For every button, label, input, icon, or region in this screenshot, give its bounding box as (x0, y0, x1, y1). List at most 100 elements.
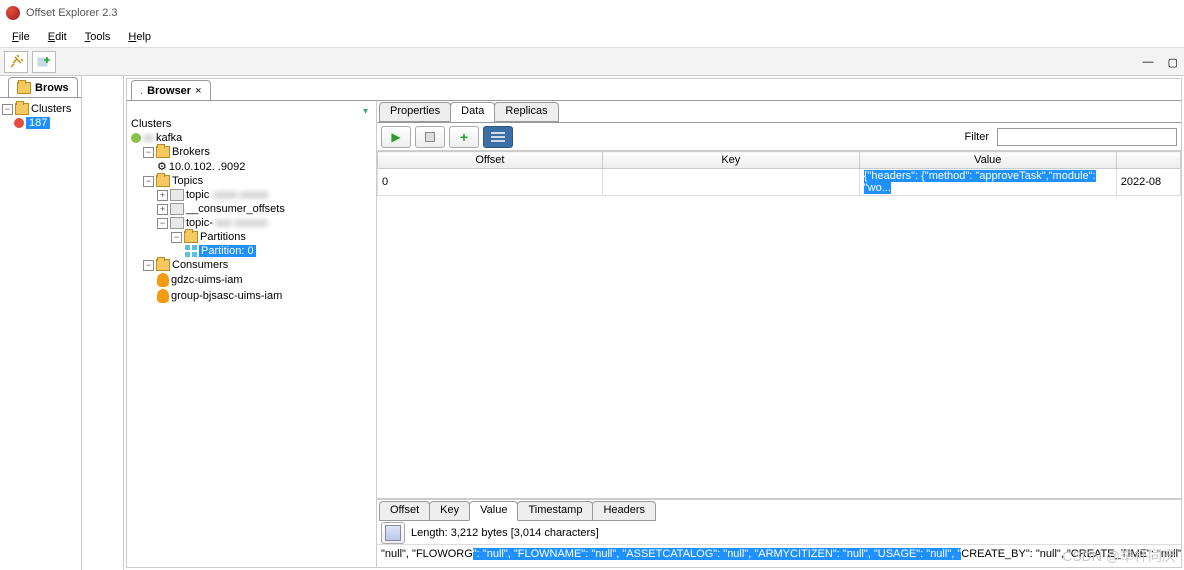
titlebar: Offset Explorer 2.3 (0, 0, 1184, 26)
add-button[interactable]: + (449, 126, 479, 148)
minimize-button[interactable]: — (1143, 56, 1154, 69)
cell-key (602, 169, 859, 196)
tree-topic-3[interactable]: − topic-xxx xxxxxx (129, 216, 374, 230)
col-offset[interactable]: Offset (378, 152, 603, 169)
col-key[interactable]: Key (602, 152, 859, 169)
cell-ts: 2022-08 (1116, 169, 1180, 196)
cluster-badge: 187 (26, 117, 50, 129)
expand-icon[interactable]: − (143, 147, 154, 158)
topic-icon (170, 203, 184, 215)
list-icon (490, 131, 506, 143)
filter-input[interactable] (997, 128, 1177, 146)
tab-data[interactable]: Data (450, 102, 495, 122)
tree-consumers[interactable]: − Consumers (129, 258, 374, 272)
tree-row-cluster[interactable]: 187 (0, 116, 81, 130)
dropdown-icon[interactable]: ▾ (363, 106, 368, 117)
detail-toolbar: Length: 3,212 bytes [3,014 characters] (377, 521, 1181, 545)
tree-topics[interactable]: − Topics (129, 174, 374, 188)
menu-help[interactable]: Help (120, 29, 159, 45)
tab-properties[interactable]: Properties (379, 102, 451, 122)
data-toolbar: ▶ + Filter (377, 123, 1181, 151)
folder-icon (184, 231, 198, 243)
app-title: Offset Explorer 2.3 (26, 7, 118, 19)
inner-browser-tab-label: Browser (147, 85, 191, 97)
menubar: File Edit Tools Help (0, 26, 1184, 48)
window-controls: — ▢ (1143, 56, 1178, 69)
consumer-icon (157, 273, 169, 287)
tree-partition-0[interactable]: Partition: 0 (129, 244, 374, 258)
app-icon (6, 6, 20, 20)
stop-button[interactable] (415, 126, 445, 148)
expand-icon[interactable]: − (157, 218, 168, 229)
menu-tools[interactable]: Tools (77, 29, 119, 45)
tab-offset[interactable]: Offset (379, 501, 430, 521)
data-panel: Properties Data Replicas ▶ + Filter (377, 101, 1181, 567)
folder-icon (156, 259, 170, 271)
maximize-button[interactable]: ▢ (1168, 56, 1178, 69)
topic-icon (170, 217, 184, 229)
tree-topic-1[interactable]: + topic-xxxx-xxxxx (129, 188, 374, 202)
left-sidebar: Brows − Clusters 187 (0, 76, 82, 570)
toolbar-add-cluster-icon[interactable] (32, 51, 56, 73)
tree-cluster[interactable]: xxkafka (129, 131, 374, 145)
tree-root[interactable]: Clusters (129, 117, 374, 131)
save-icon (385, 525, 401, 541)
folder-icon (156, 175, 170, 187)
property-tabs: Properties Data Replicas (377, 101, 1181, 123)
detail-value-text[interactable]: "null", "FLOWORG": "null", "FLOWNAME": "… (377, 545, 1181, 567)
col-value[interactable]: Value (859, 152, 1116, 169)
tree-consumer-2[interactable]: group-bjsasc-uims-iam (129, 288, 374, 304)
tree-label: Clusters (31, 103, 71, 115)
menu-edit[interactable]: Edit (40, 29, 75, 45)
expand-icon[interactable]: − (143, 176, 154, 187)
detail-tabs: Offset Key Value Timestamp Headers (377, 499, 1181, 521)
main-panel: . Browser × ▾ Clusters xxkafka − Brokers (126, 78, 1182, 568)
folder-icon (17, 82, 31, 94)
play-icon: ▶ (391, 130, 400, 144)
partition-0-selected: Partition: 0 (199, 245, 256, 257)
stop-icon (425, 132, 435, 142)
green-status-icon (131, 133, 141, 143)
tab-timestamp[interactable]: Timestamp (517, 501, 593, 521)
expand-icon[interactable]: − (143, 260, 154, 271)
expand-icon[interactable]: − (171, 232, 182, 243)
inner-browser-tab[interactable]: . Browser × (131, 80, 211, 100)
expand-icon[interactable]: + (157, 204, 168, 215)
folder-icon (156, 146, 170, 158)
expand-icon[interactable]: − (2, 104, 13, 115)
toolbar (0, 48, 1184, 76)
cell-offset: 0 (378, 169, 603, 196)
tab-key[interactable]: Key (429, 501, 470, 521)
length-label: Length: 3,212 bytes [3,014 characters] (411, 527, 599, 539)
left-browser-tab[interactable]: Brows (8, 77, 78, 97)
tab-replicas[interactable]: Replicas (494, 102, 558, 122)
save-button[interactable] (381, 522, 405, 544)
tab-value[interactable]: Value (469, 501, 518, 521)
cell-value: {"headers": {"method": "approveTask","mo… (859, 169, 1116, 196)
folder-icon (15, 103, 29, 115)
center-gutter (82, 76, 124, 570)
tab-headers[interactable]: Headers (592, 501, 656, 521)
plus-icon: + (460, 129, 468, 145)
tree-consumer-1[interactable]: gdzc-uims-iam (129, 272, 374, 288)
partition-icon (185, 245, 197, 257)
tree-broker-node[interactable]: ⚙ 10.0.102. .9092 (129, 159, 374, 174)
play-button[interactable]: ▶ (381, 126, 411, 148)
topic-icon (170, 189, 184, 201)
left-browser-tab-label: Brows (35, 82, 69, 94)
tree-row-clusters[interactable]: − Clusters (0, 102, 81, 116)
tree-partitions[interactable]: − Partitions (129, 230, 374, 244)
tree-brokers[interactable]: − Brokers (129, 145, 374, 159)
tree-topic-2[interactable]: + __consumer_offsets (129, 202, 374, 216)
menu-file[interactable]: File (4, 29, 38, 45)
expand-icon[interactable]: + (157, 190, 168, 201)
toolbar-plug-icon[interactable] (4, 51, 28, 73)
settings-button[interactable] (483, 126, 513, 148)
cluster-tree: ▾ Clusters xxkafka − Brokers ⚙ 10.0.102.… (127, 101, 377, 567)
close-icon[interactable]: × (195, 85, 201, 97)
data-table: Offset Key Value 0 {"headers": {"method"… (377, 151, 1181, 499)
red-status-icon (14, 118, 24, 128)
gear-icon: ⚙ (157, 160, 167, 173)
table-row[interactable]: 0 {"headers": {"method": "approveTask","… (378, 169, 1181, 196)
left-tree: − Clusters 187 (0, 98, 81, 134)
